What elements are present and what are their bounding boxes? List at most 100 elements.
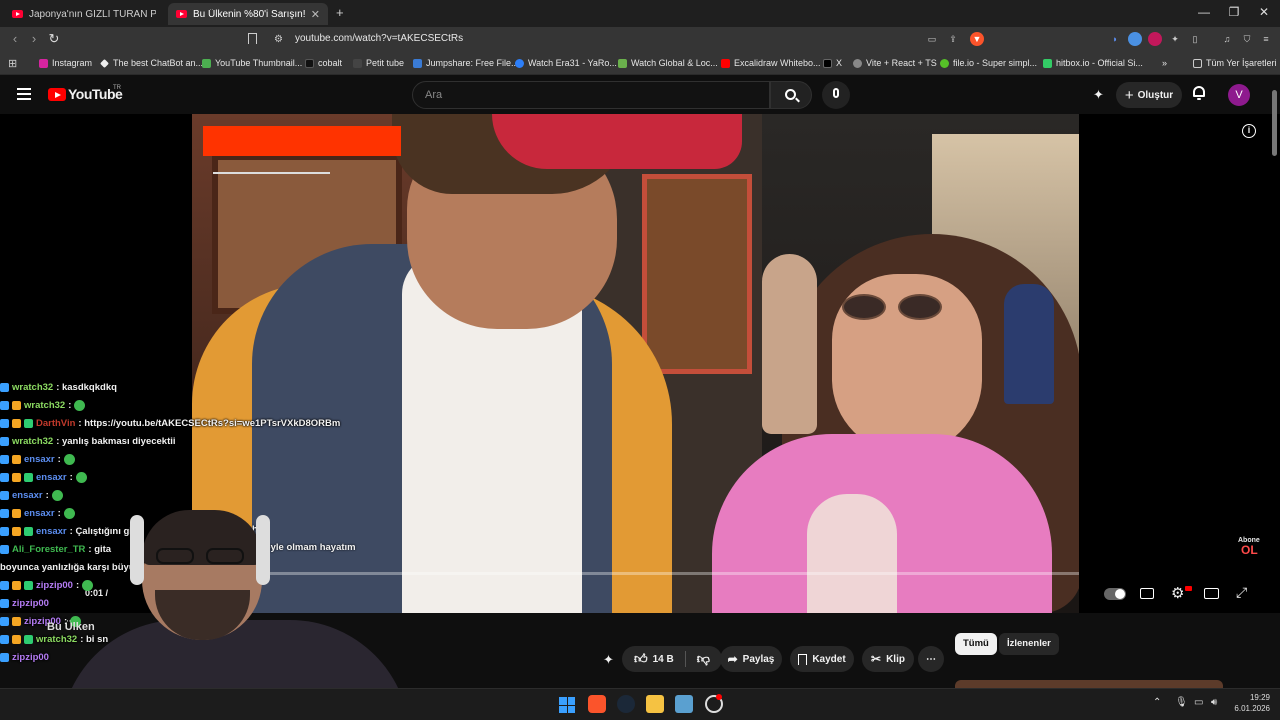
address-bar-url[interactable]: youtube.com/watch?v=tAKECSECtRs [295, 33, 463, 44]
share-button[interactable]: ➦ Paylaş [720, 646, 782, 672]
bookmark-item[interactable]: cobalt [305, 58, 342, 68]
subscribe-watermark[interactable]: OL [1241, 543, 1258, 557]
bookmark-item[interactable]: X [823, 58, 842, 68]
chat-badge-icon [24, 418, 33, 428]
chat-username[interactable]: DarthVin [36, 418, 75, 429]
bookmark-item[interactable]: Jumpshare: Free File... [413, 58, 519, 68]
chat-badge-icon [0, 454, 9, 464]
page-scrollbar[interactable] [1272, 90, 1277, 156]
forward-icon[interactable]: › [25, 31, 43, 46]
menu-icon[interactable]: ≡ [1259, 32, 1273, 46]
chat-username[interactable]: ensaxr [24, 454, 55, 465]
microphone-tray-icon[interactable]: 🎙︎ [1175, 697, 1188, 708]
more-actions-button[interactable]: ⋯ [918, 646, 944, 672]
brave-shields-icon[interactable]: ▼ [970, 32, 984, 46]
chat-username[interactable]: zipzip00 [12, 652, 49, 663]
tab-close-icon[interactable]: ✕ [311, 8, 320, 21]
bookmarks-overflow-button[interactable]: » [1162, 58, 1167, 68]
new-tab-button[interactable]: + [336, 5, 344, 20]
chip-watched[interactable]: İzlenenler [999, 633, 1059, 655]
chat-message-text: : [68, 399, 72, 411]
clip-button[interactable]: ✂ Klip [862, 646, 914, 672]
chat-message-text: : kasdkqkdkq [56, 381, 117, 393]
bookmark-item[interactable]: hitbox.io - Official Si... [1043, 58, 1143, 68]
chat-message: wratch32: [0, 396, 360, 414]
theater-mode-icon[interactable] [1204, 588, 1219, 599]
bookmark-item[interactable]: Watch Era31 - YaRo... [515, 58, 617, 68]
steam-icon[interactable] [617, 695, 635, 713]
clock[interactable]: 19:29 6.01.2026 [1228, 692, 1270, 714]
chat-badge-icon [0, 436, 9, 446]
volume-icon[interactable]: 🔊︎ [1211, 697, 1217, 708]
close-window-button[interactable]: ✕ [1252, 5, 1276, 19]
chat-username[interactable]: ensaxr [36, 472, 67, 483]
brave-browser-icon[interactable] [588, 695, 606, 713]
puzzle-extensions-icon[interactable]: ✦ [1168, 32, 1182, 46]
browser-tab-active[interactable]: Bu Ülkenin %80'i Sarışın! - 48. Ül ✕ [168, 3, 328, 25]
youtube-logo-icon[interactable] [48, 88, 66, 101]
autoplay-toggle[interactable] [1104, 588, 1126, 600]
bookmark-item[interactable]: Instagram [39, 58, 92, 68]
chat-username[interactable]: zipzip00 [12, 598, 49, 609]
fullscreen-icon[interactable]: ⤢ [1236, 584, 1247, 601]
like-count[interactable]: 14 B [653, 654, 674, 665]
apps-grid-icon[interactable]: ⊞ [8, 57, 17, 70]
dislike-icon[interactable]: 👎︎ [697, 651, 710, 667]
browser-tab[interactable]: Japonya'nın GİZLİ TURAN Planı: Çin ve [4, 3, 164, 25]
restore-button[interactable]: ❐ [1222, 5, 1246, 19]
windows-start-icon[interactable] [559, 697, 575, 713]
chat-username[interactable]: ensaxr [12, 490, 43, 501]
petit-tube-icon [353, 58, 362, 68]
sparkle-icon[interactable]: ✦ [1093, 87, 1104, 103]
network-icon[interactable]: ▭ [1194, 697, 1203, 708]
search-button[interactable] [770, 81, 812, 109]
chip-all[interactable]: Tümü [955, 633, 997, 655]
bookmark-item[interactable]: Vite + React + TS [853, 58, 937, 68]
bookmark-item[interactable]: The best ChatBot an... [100, 58, 203, 68]
sparkle-icon[interactable]: ✦ [603, 652, 614, 668]
notifications-bell-icon[interactable] [1193, 86, 1207, 101]
chat-badge-icon [24, 634, 33, 644]
reload-icon[interactable]: ↻ [45, 31, 63, 47]
chat-username[interactable]: wratch32 [12, 382, 53, 393]
bookmark-item[interactable]: Petit tube [353, 58, 404, 68]
avatar[interactable]: V [1228, 84, 1250, 106]
like-icon[interactable]: 👍︎ [634, 651, 648, 667]
settings-gear-icon[interactable]: ⚙ [1171, 584, 1184, 602]
extension-icon[interactable] [1128, 32, 1142, 46]
chat-badge-icon [24, 526, 33, 536]
cobalt-icon [305, 58, 314, 68]
windows-taskbar [0, 688, 1280, 720]
cast-icon[interactable]: ▭ [925, 32, 939, 46]
app-icon[interactable] [675, 695, 693, 713]
info-icon[interactable]: i [1242, 124, 1256, 138]
music-icon[interactable]: ♫ [1220, 32, 1234, 46]
sidebar-toggle-icon[interactable]: ▯ [1188, 32, 1202, 46]
site-settings-icon[interactable]: ⚙ [274, 34, 283, 45]
chat-username[interactable]: ensaxr [24, 508, 55, 519]
share-page-icon[interactable]: ⇪ [946, 32, 960, 46]
bookmark-item[interactable]: YouTube Thumbnail... [202, 58, 302, 68]
chat-username[interactable]: wratch32 [24, 400, 65, 411]
create-button[interactable]: + Oluştur [1116, 82, 1182, 108]
chat-username[interactable]: wratch32 [12, 436, 53, 447]
youtube-favicon-icon [12, 10, 23, 18]
guide-menu-icon[interactable] [17, 88, 31, 100]
extension-icon[interactable]: ◗ [1108, 32, 1122, 46]
search-input[interactable]: Ara [412, 81, 770, 109]
subtitles-icon[interactable] [1140, 588, 1154, 599]
bookmark-item[interactable]: Watch Global & Loc... [618, 58, 718, 68]
all-bookmarks-button[interactable]: Tüm Yer İşaretleri [1193, 58, 1277, 68]
file-explorer-icon[interactable] [646, 695, 664, 713]
save-button[interactable]: Kaydet [790, 646, 854, 672]
voice-search-button[interactable] [822, 81, 850, 109]
back-icon[interactable]: ‹ [6, 31, 24, 46]
tray-overflow-icon[interactable]: ⌃ [1153, 697, 1161, 708]
minimize-button[interactable]: — [1192, 5, 1216, 19]
extension-icon[interactable] [1148, 32, 1162, 46]
recommended-thumbnail[interactable] [955, 680, 1223, 688]
vpn-shield-icon[interactable]: ⛉ [1240, 32, 1254, 46]
bookmark-item[interactable]: file.io - Super simpl... [940, 58, 1037, 68]
bookmark-item[interactable]: Excalidraw Whitebo... [721, 58, 821, 68]
bookmark-page-icon[interactable] [248, 33, 257, 44]
